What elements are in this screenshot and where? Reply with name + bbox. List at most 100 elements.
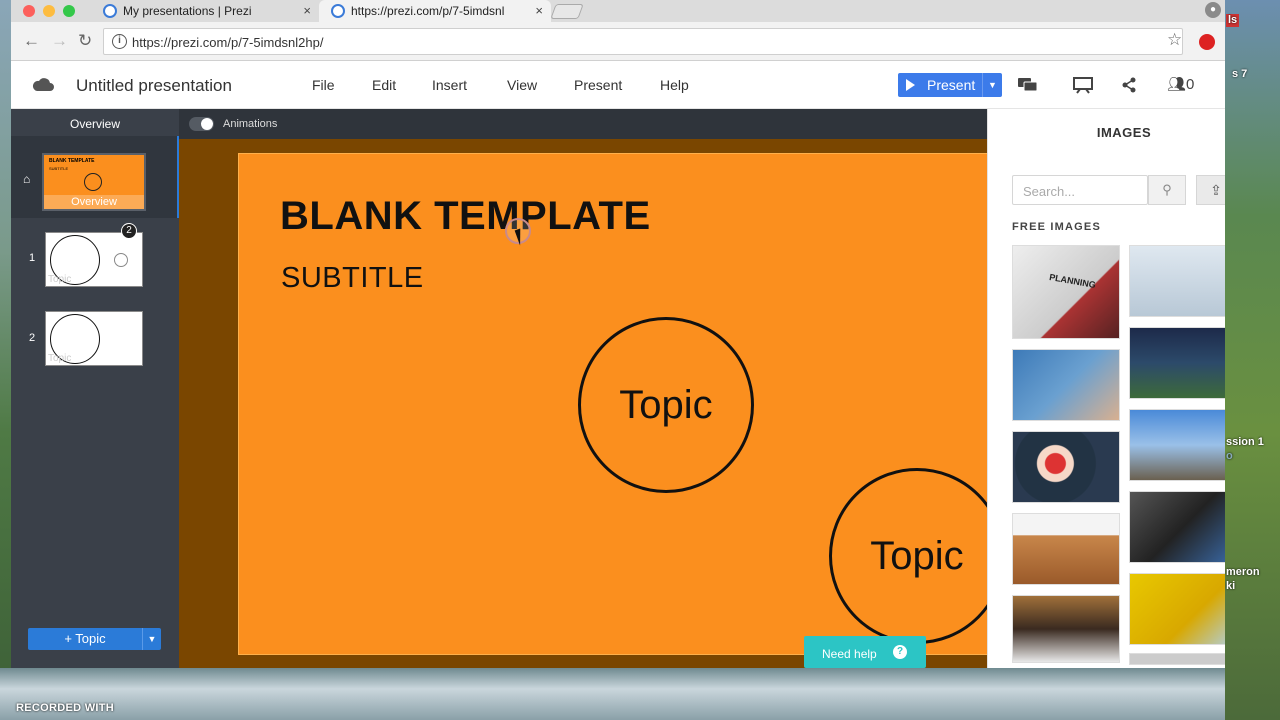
users-icon: 👥︎ bbox=[1167, 76, 1187, 93]
overview-sidebar: Overview ⌂ BLANK TEMPLATE SUBTITLE Overv… bbox=[11, 109, 179, 668]
slide-title[interactable]: BLANK TEMPLATE bbox=[280, 194, 651, 239]
topic-number: 1 bbox=[29, 252, 36, 264]
url-field[interactable]: i https://prezi.com/p/7-5imdsnl2hp/ bbox=[103, 28, 1183, 55]
close-window-button[interactable] bbox=[23, 5, 35, 17]
info-icon[interactable]: i bbox=[112, 34, 127, 49]
free-image-thumbnail[interactable] bbox=[1012, 349, 1120, 421]
question-icon: ? bbox=[893, 645, 907, 659]
present-dropdown-icon[interactable]: ▼ bbox=[982, 73, 1002, 97]
image-text: PLANNING bbox=[1048, 271, 1097, 291]
overview-caption: Overview bbox=[44, 195, 144, 209]
topic-thumbnail-1[interactable]: Topic bbox=[45, 232, 143, 287]
desktop-right-strip bbox=[1225, 0, 1280, 720]
slide-subtitle[interactable]: SUBTITLE bbox=[281, 262, 424, 295]
close-tab-icon[interactable]: × bbox=[303, 3, 311, 18]
presentation-title[interactable]: Untitled presentation bbox=[76, 76, 232, 96]
desktop-text: o bbox=[1226, 450, 1233, 462]
subtopic-circle bbox=[114, 253, 128, 267]
present-button-label: Present bbox=[927, 77, 976, 93]
forward-arrow-icon[interactable]: → bbox=[51, 31, 68, 51]
tab-bar: My presentations | Prezi × https://prezi… bbox=[11, 0, 1225, 22]
browser-window: My presentations | Prezi × https://prezi… bbox=[11, 0, 1225, 668]
collaborators-button[interactable]: 👥︎0 bbox=[1167, 75, 1194, 93]
desktop-text: s 7 bbox=[1232, 68, 1248, 80]
images-panel-title: IMAGES bbox=[1096, 125, 1152, 140]
free-image-thumbnail[interactable] bbox=[1129, 327, 1225, 399]
address-bar: ← → ↻ i https://prezi.com/p/7-5imdsnl2hp… bbox=[11, 22, 1225, 61]
menu-help[interactable]: Help bbox=[660, 77, 689, 93]
free-image-thumbnail[interactable]: PLANNING bbox=[1012, 245, 1120, 339]
extension-icon[interactable] bbox=[1199, 34, 1215, 50]
topic-circle-2[interactable]: Topic bbox=[829, 468, 997, 644]
home-icon[interactable]: ⌂ bbox=[23, 172, 30, 186]
images-panel: IMAGES Search... ⚲ ⇪ FREE IMAGES PLANNIN… bbox=[987, 109, 1225, 668]
back-arrow-icon[interactable]: ← bbox=[23, 31, 40, 51]
animations-bar: Animations bbox=[179, 109, 987, 139]
topic-label: Topic bbox=[870, 533, 964, 578]
animations-toggle[interactable] bbox=[189, 117, 214, 131]
play-icon bbox=[906, 79, 915, 91]
presentation-canvas[interactable]: Animations BLANK TEMPLATE SUBTITLE Topic… bbox=[179, 109, 998, 668]
reload-icon[interactable]: ↻ bbox=[78, 31, 92, 51]
free-image-thumbnail[interactable] bbox=[1129, 653, 1225, 665]
present-remotely-icon[interactable] bbox=[1072, 76, 1096, 94]
desktop-text: ssion 1 bbox=[1226, 436, 1264, 448]
thumb-title: BLANK TEMPLATE bbox=[49, 158, 95, 164]
need-help-label: Need help bbox=[822, 647, 877, 661]
free-image-thumbnail[interactable] bbox=[1129, 409, 1225, 481]
new-tab-button[interactable] bbox=[550, 4, 584, 19]
search-icon[interactable]: ⚲ bbox=[1148, 175, 1186, 205]
menu-present[interactable]: Present bbox=[574, 77, 622, 93]
topic-caption: Topic bbox=[48, 274, 72, 285]
tab-label: https://prezi.com/p/7-5imdsnl bbox=[351, 4, 505, 18]
add-topic-button[interactable]: + Topic ▼ bbox=[28, 628, 161, 650]
overview-header: Overview bbox=[69, 117, 120, 131]
url-text: https://prezi.com/p/7-5imdsnl2hp/ bbox=[132, 35, 324, 50]
free-image-thumbnail[interactable] bbox=[1012, 431, 1120, 503]
overview-thumbnail[interactable]: BLANK TEMPLATE SUBTITLE Overview bbox=[42, 153, 146, 211]
topic-number: 2 bbox=[29, 332, 36, 344]
close-tab-icon[interactable]: × bbox=[535, 3, 543, 18]
desktop-text: ls bbox=[1226, 14, 1240, 27]
menu-insert[interactable]: Insert bbox=[432, 77, 467, 93]
free-image-thumbnail[interactable] bbox=[1129, 491, 1225, 563]
prezi-favicon-icon bbox=[331, 4, 345, 18]
minimize-window-button[interactable] bbox=[43, 5, 55, 17]
tab-my-presentations[interactable]: My presentations | Prezi × bbox=[91, 0, 319, 22]
free-images-label: FREE IMAGES bbox=[1012, 221, 1101, 233]
image-search-input[interactable]: Search... bbox=[1012, 175, 1148, 205]
topic-label: Topic bbox=[619, 382, 713, 427]
free-image-thumbnail[interactable] bbox=[1129, 245, 1225, 317]
thumb-topic-circle bbox=[84, 173, 102, 191]
need-help-button[interactable]: Need help ? bbox=[804, 636, 926, 668]
menu-view[interactable]: View bbox=[507, 77, 537, 93]
free-image-thumbnail[interactable] bbox=[1129, 573, 1225, 645]
maximize-window-button[interactable] bbox=[63, 5, 75, 17]
comments-icon[interactable] bbox=[1017, 76, 1039, 94]
cloud-save-icon[interactable] bbox=[31, 76, 55, 92]
add-topic-label: + Topic bbox=[64, 631, 106, 646]
profile-icon[interactable]: ● bbox=[1205, 2, 1221, 18]
bookmark-star-icon[interactable]: ☆ bbox=[1167, 30, 1182, 50]
menu-edit[interactable]: Edit bbox=[372, 77, 396, 93]
subtopic-count-badge: 2 bbox=[121, 223, 137, 239]
topic-thumbnail-2[interactable]: Topic bbox=[45, 311, 143, 366]
recorded-with-label: RECORDED WITH bbox=[16, 702, 115, 714]
free-image-thumbnail[interactable] bbox=[1012, 595, 1120, 663]
free-image-thumbnail[interactable] bbox=[1012, 513, 1120, 585]
topic-caption: Topic bbox=[48, 353, 72, 364]
present-button[interactable]: Present ▼ bbox=[898, 73, 1002, 97]
tab-label: My presentations | Prezi bbox=[123, 4, 252, 18]
app-header: Untitled presentation File Edit Insert V… bbox=[11, 61, 1225, 109]
tab-current-prezi[interactable]: https://prezi.com/p/7-5imdsnl × bbox=[319, 0, 551, 22]
animations-label: Animations bbox=[223, 118, 278, 130]
topic-circle-1[interactable]: Topic bbox=[578, 317, 754, 493]
thumb-subtitle: SUBTITLE bbox=[49, 166, 69, 171]
upload-icon[interactable]: ⇪ bbox=[1196, 175, 1225, 205]
add-topic-dropdown-icon[interactable]: ▼ bbox=[142, 628, 161, 650]
slide[interactable]: BLANK TEMPLATE SUBTITLE Topic Topic bbox=[238, 153, 998, 655]
prezi-favicon-icon bbox=[103, 4, 117, 18]
desktop-text: ki bbox=[1226, 580, 1236, 592]
menu-file[interactable]: File bbox=[312, 77, 335, 93]
share-icon[interactable] bbox=[1121, 77, 1137, 93]
